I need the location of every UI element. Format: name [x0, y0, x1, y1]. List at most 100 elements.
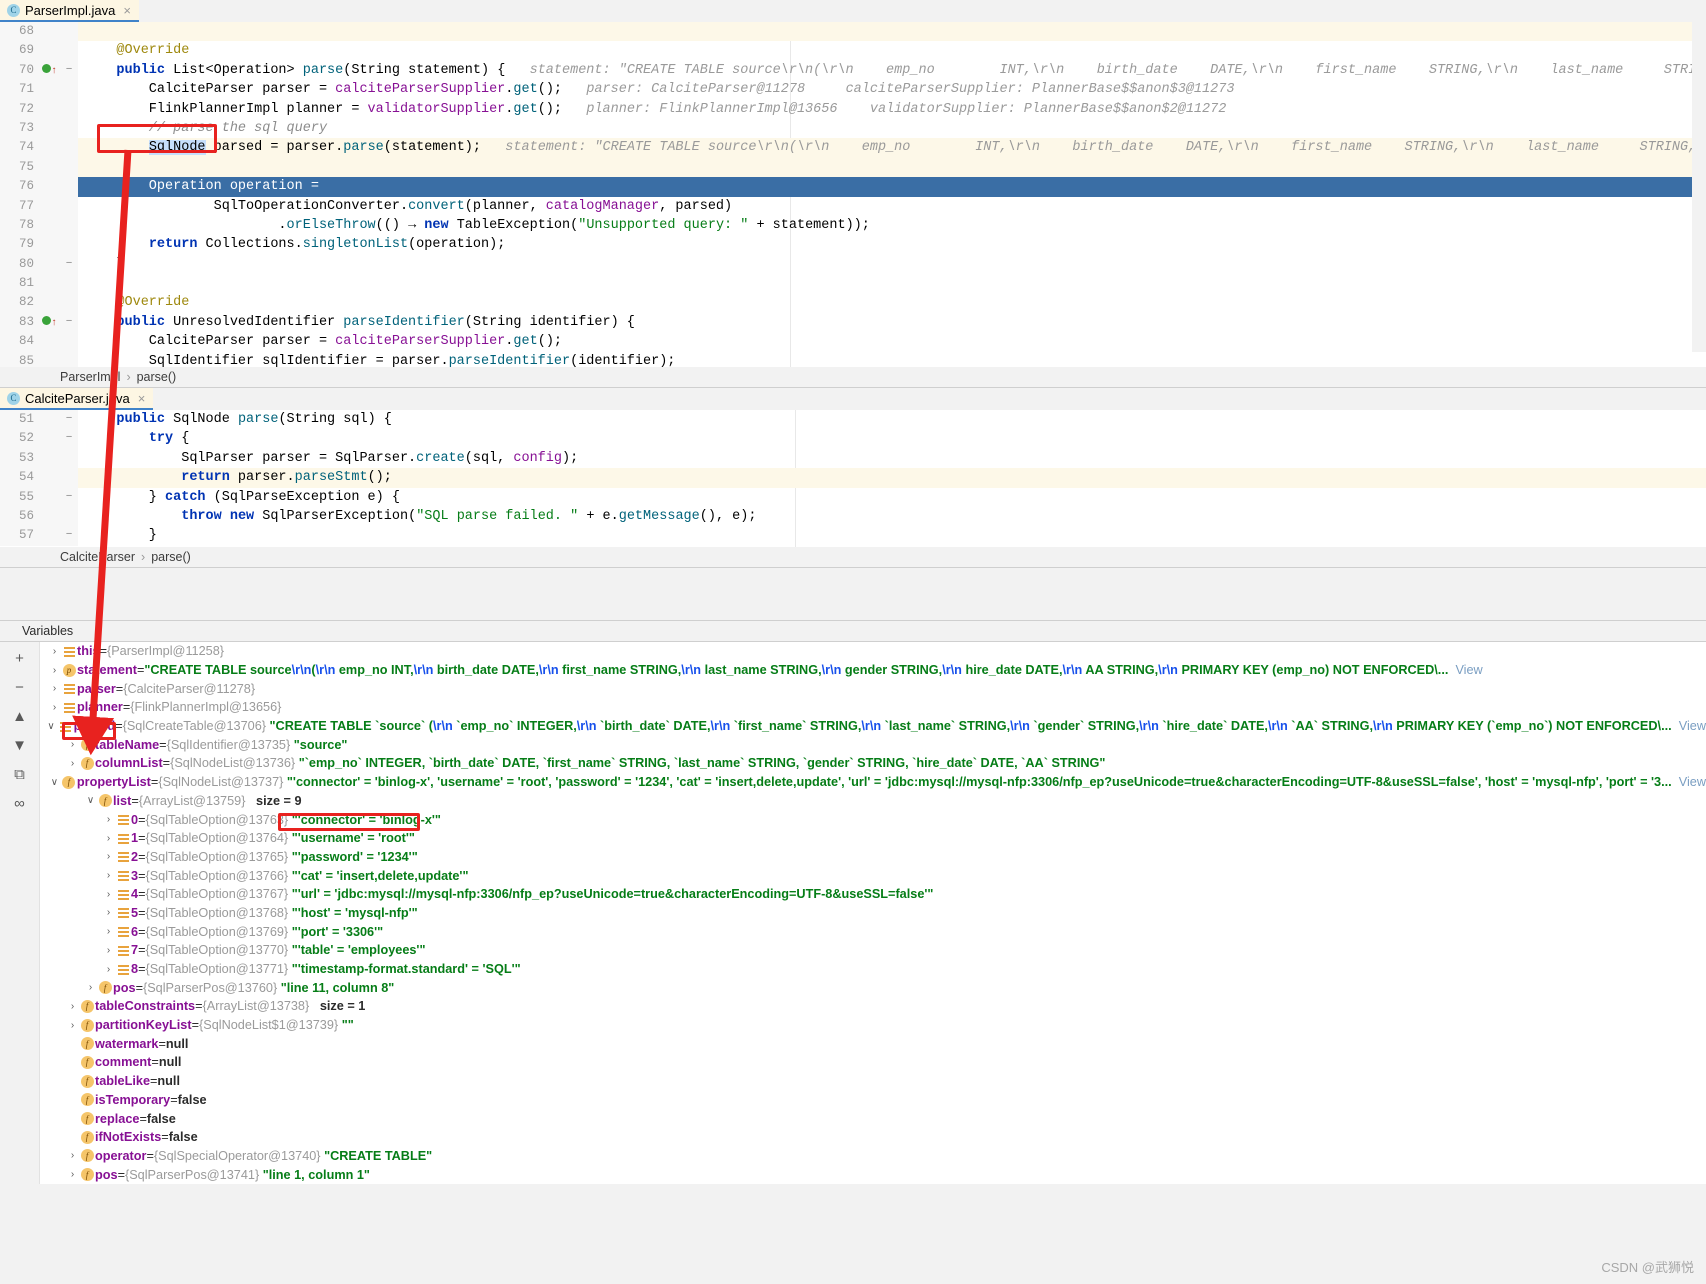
expand-toggle[interactable]: ›: [66, 1001, 79, 1012]
code-line[interactable]: 68: [0, 22, 1706, 42]
variable-row[interactable]: › this = {ParserImpl@11258}: [40, 642, 1706, 661]
variable-row[interactable]: › 8 = {SqlTableOption@13771} "'timestamp-…: [40, 960, 1706, 979]
gutter-marker[interactable]: [40, 487, 60, 507]
fold-toggle[interactable]: [60, 138, 78, 158]
fold-toggle[interactable]: [60, 448, 78, 469]
code-text[interactable]: public UnresolvedIdentifier parseIdentif…: [78, 313, 1706, 332]
code-line[interactable]: 51− public SqlNode parse(String sql) {: [0, 410, 1706, 430]
code-text[interactable]: } catch (SqlParseException e) {: [78, 488, 1706, 507]
code-text[interactable]: .orElseThrow(() → new TableException("Un…: [78, 216, 1706, 235]
code-line[interactable]: 74 SqlNode parsed = parser.parse(stateme…: [0, 138, 1706, 158]
expand-toggle[interactable]: ›: [66, 1150, 79, 1161]
close-icon[interactable]: ×: [138, 391, 146, 406]
variable-row[interactable]: › f pos = {SqlParserPos@13760} "line 11, c…: [40, 978, 1706, 997]
fold-toggle[interactable]: −: [60, 254, 78, 275]
variable-row[interactable]: › 5 = {SqlTableOption@13768} "'host' = 'm…: [40, 904, 1706, 923]
code-text[interactable]: return parser.parseStmt();: [78, 468, 1706, 487]
gutter-marker[interactable]: [40, 526, 60, 546]
variable-row[interactable]: f tableLike = null: [40, 1072, 1706, 1091]
fold-toggle[interactable]: [60, 332, 78, 352]
variable-row[interactable]: › f operator = {SqlSpecialOperator@13740} …: [40, 1147, 1706, 1166]
code-text[interactable]: public SqlNode parse(String sql) {: [78, 410, 1706, 429]
gutter-marker[interactable]: [40, 448, 60, 469]
variable-row[interactable]: f comment = null: [40, 1053, 1706, 1072]
code-editor-top[interactable]: 68 69 @Override 70 ↑ − public List<Operation…: [0, 22, 1706, 367]
gutter-marker[interactable]: [40, 506, 60, 527]
breadcrumb-class[interactable]: ParserImpl: [60, 370, 120, 384]
expand-toggle[interactable]: ›: [102, 907, 115, 918]
fold-toggle[interactable]: [60, 215, 78, 236]
code-text[interactable]: SqlToOperationConverter.convert(planner,…: [78, 197, 1706, 216]
variable-row[interactable]: › f pos = {SqlParserPos@13741} "line 1, co…: [40, 1165, 1706, 1184]
expand-toggle[interactable]: ∨: [48, 777, 61, 788]
code-text[interactable]: Operation operation =: [78, 177, 1706, 197]
variable-row[interactable]: › p statement = "CREATE TABLE source\r\n(\…: [40, 661, 1706, 680]
close-icon[interactable]: ×: [123, 3, 131, 18]
gutter-marker[interactable]: [40, 410, 60, 430]
gutter-marker[interactable]: ↑: [40, 312, 60, 333]
gutter-marker[interactable]: ↑: [40, 60, 60, 81]
variable-row[interactable]: › 6 = {SqlTableOption@13769} "'port' = '3…: [40, 922, 1706, 941]
copy-value-button[interactable]: ⧉: [10, 764, 30, 784]
variable-row[interactable]: › f partitionKeyList = {SqlNodeList$1@1373…: [40, 1016, 1706, 1035]
code-text[interactable]: SqlIdentifier sqlIdentifier = parser.par…: [78, 352, 1706, 367]
code-line[interactable]: 82 @Override: [0, 293, 1706, 313]
gutter-marker[interactable]: [40, 274, 60, 294]
variable-row[interactable]: › f tableName = {SqlIdentifier@13735} "sou…: [40, 735, 1706, 754]
variable-row[interactable]: › f columnList = {SqlNodeList@13736} "`emp…: [40, 754, 1706, 773]
gutter-marker[interactable]: [40, 138, 60, 158]
expand-toggle[interactable]: ›: [66, 739, 79, 750]
fold-toggle[interactable]: [60, 177, 78, 197]
code-text[interactable]: FlinkPlannerImpl planner = validatorSupp…: [78, 100, 1706, 119]
variable-row[interactable]: ∨ f propertyList = {SqlNodeList@13737} "'c…: [40, 773, 1706, 792]
code-line[interactable]: 83 ↑ − public UnresolvedIdentifier parseId…: [0, 312, 1706, 333]
fold-toggle[interactable]: [60, 80, 78, 100]
code-text[interactable]: CalciteParser parser = calciteParserSupp…: [78, 80, 1706, 99]
code-line[interactable]: 53 SqlParser parser = SqlParser.create(s…: [0, 448, 1706, 469]
breadcrumb-method[interactable]: parse(): [137, 370, 177, 384]
fold-toggle[interactable]: −: [60, 526, 78, 546]
gutter-marker[interactable]: [40, 196, 60, 216]
code-text[interactable]: }: [78, 255, 1706, 274]
variable-row[interactable]: › 0 = {SqlTableOption@13763} "'connector'…: [40, 810, 1706, 829]
fold-toggle[interactable]: [60, 506, 78, 527]
scroll-up-button[interactable]: ▲: [10, 706, 30, 726]
variable-row[interactable]: › planner = {FlinkPlannerImpl@13656}: [40, 698, 1706, 717]
code-text[interactable]: [78, 274, 1706, 293]
fold-toggle[interactable]: [60, 22, 78, 42]
code-text[interactable]: [78, 22, 1706, 41]
expand-toggle[interactable]: ›: [48, 702, 61, 713]
code-line[interactable]: 81: [0, 274, 1706, 294]
expand-toggle[interactable]: ›: [102, 945, 115, 956]
expand-toggle[interactable]: ›: [102, 814, 115, 825]
code-editor-bottom[interactable]: 51− public SqlNode parse(String sql) {52…: [0, 410, 1706, 547]
variable-row[interactable]: › 4 = {SqlTableOption@13767} "'url' = 'jd…: [40, 885, 1706, 904]
code-line[interactable]: 73 // parse the sql query: [0, 118, 1706, 139]
fold-toggle[interactable]: −: [60, 429, 78, 449]
expand-toggle[interactable]: ›: [48, 683, 61, 694]
gutter-marker[interactable]: [40, 468, 60, 488]
expand-toggle[interactable]: ›: [102, 889, 115, 900]
code-line[interactable]: 55− } catch (SqlParseException e) {: [0, 487, 1706, 507]
remove-watch-button[interactable]: −: [10, 677, 30, 697]
code-line[interactable]: 76 Operation operation =: [0, 177, 1706, 197]
code-text[interactable]: // parse the sql query: [78, 119, 1706, 138]
view-link[interactable]: View: [1448, 663, 1482, 677]
code-line[interactable]: 78 .orElseThrow(() → new TableException(…: [0, 215, 1706, 236]
variable-row[interactable]: f ifNotExists = false: [40, 1128, 1706, 1147]
fold-toggle[interactable]: −: [60, 312, 78, 333]
code-text[interactable]: try {: [78, 429, 1706, 448]
gutter-marker[interactable]: [40, 80, 60, 100]
variable-row[interactable]: › parser = {CalciteParser@11278}: [40, 679, 1706, 698]
code-line[interactable]: 56 throw new SqlParserException("SQL par…: [0, 506, 1706, 527]
variable-row[interactable]: › f tableConstraints = {ArrayList@13738} s…: [40, 997, 1706, 1016]
gutter-marker[interactable]: [40, 118, 60, 139]
expand-toggle[interactable]: ∨: [84, 795, 97, 806]
gutter-marker[interactable]: [40, 215, 60, 236]
variable-row[interactable]: f isTemporary = false: [40, 1091, 1706, 1110]
variable-row[interactable]: › 2 = {SqlTableOption@13765} "'password' …: [40, 848, 1706, 867]
fold-toggle[interactable]: [60, 468, 78, 488]
fold-toggle[interactable]: [60, 293, 78, 313]
inspect-button[interactable]: ∞: [10, 793, 30, 813]
code-line[interactable]: 69 @Override: [0, 41, 1706, 61]
